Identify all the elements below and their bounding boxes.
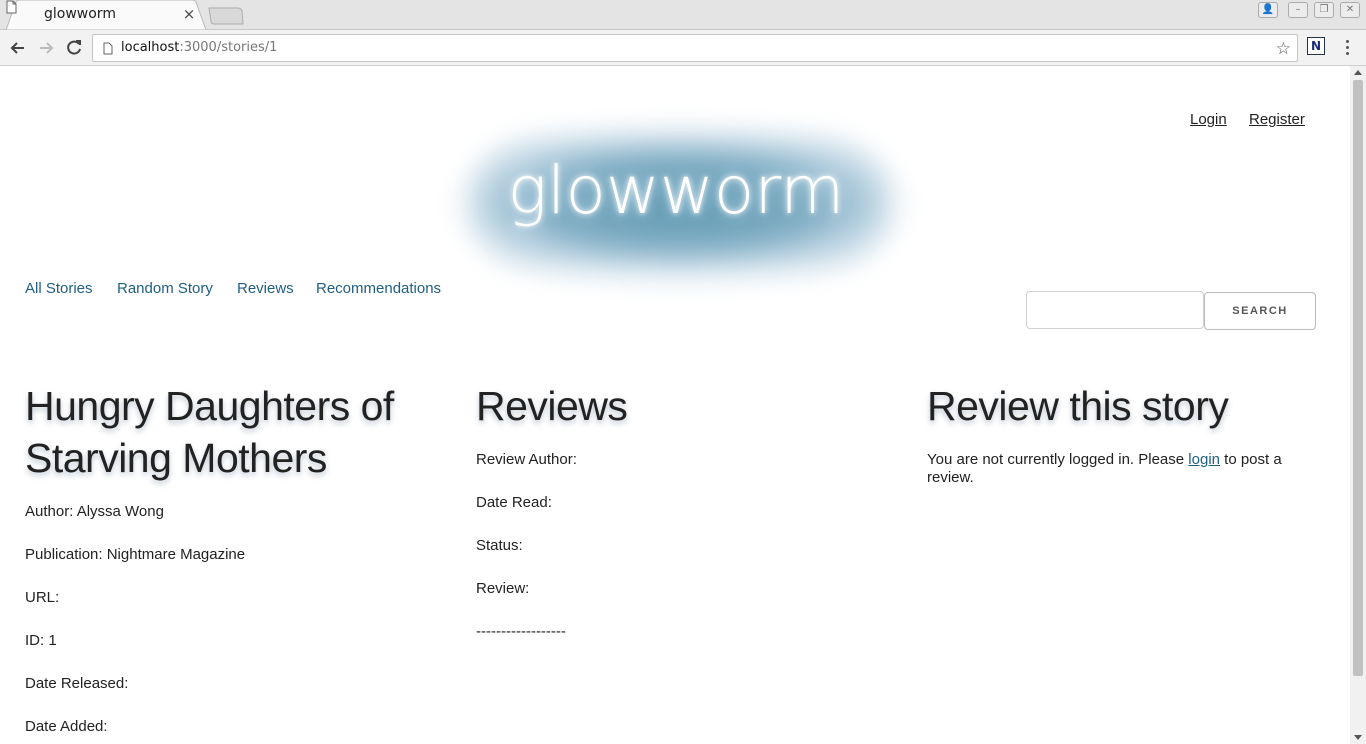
story-date-added: Date Added: — [25, 718, 108, 735]
bookmark-star-icon[interactable]: ☆ — [1276, 39, 1291, 59]
address-bar[interactable]: localhost:3000/stories/1 ☆ — [92, 34, 1298, 62]
story-details: Hungry Daughters of Starving Mothers Aut… — [25, 380, 445, 735]
page-icon — [6, 0, 17, 14]
page-viewport: Login Register glowworm All Stories Rand… — [0, 66, 1350, 744]
review-form-section: Review this story You are not currently … — [927, 380, 1317, 487]
login-prompt: You are not currently logged in. Please … — [927, 451, 1317, 487]
story-author: Author: Alyssa Wong — [25, 503, 164, 520]
nav-reviews[interactable]: Reviews — [237, 280, 294, 297]
profile-icon[interactable]: 👤 — [1258, 2, 1278, 18]
maximize-icon[interactable]: ❐ — [1314, 2, 1334, 18]
forward-icon[interactable] — [35, 37, 57, 59]
nav-recommendations[interactable]: Recommendations — [316, 280, 441, 297]
url-path: :3000/stories/1 — [179, 40, 278, 55]
browser-toolbar: localhost:3000/stories/1 ☆ N — [0, 30, 1366, 66]
review-text: Review: — [476, 580, 530, 597]
review-status: Status: — [476, 537, 523, 554]
nav-random-story[interactable]: Random Story — [117, 280, 213, 297]
story-date-released: Date Released: — [25, 675, 129, 692]
login-link[interactable]: Login — [1190, 111, 1227, 128]
browser-tabstrip: glowworm × 👤 – ❐ ✕ — [0, 0, 1366, 30]
review-author: Review Author: — [476, 451, 577, 468]
nav-all-stories[interactable]: All Stories — [25, 280, 93, 297]
page-scrollbar[interactable] — [1350, 66, 1366, 744]
browser-tab[interactable]: glowworm × — [6, 0, 206, 30]
new-tab-button[interactable] — [208, 6, 244, 26]
url-host: localhost — [121, 40, 180, 55]
scroll-thumb[interactable] — [1353, 80, 1363, 676]
close-icon[interactable]: × — [182, 5, 196, 23]
reviews-section: Reviews Review Author: Date Read: Status… — [476, 380, 896, 640]
login-prompt-prefix: You are not currently logged in. Please — [927, 451, 1189, 468]
search-input[interactable] — [1026, 291, 1204, 329]
window-close-icon[interactable]: ✕ — [1340, 2, 1360, 18]
site-logo[interactable]: glowworm — [476, 152, 876, 229]
reload-icon[interactable] — [63, 37, 85, 59]
story-publication: Publication: Nightmare Magazine — [25, 546, 246, 563]
story-url: URL: — [25, 589, 60, 606]
review-date-read: Date Read: — [476, 494, 552, 511]
scroll-down-arrow-icon[interactable] — [1354, 735, 1362, 740]
review-form-heading: Review this story — [927, 383, 1229, 429]
login-prompt-link[interactable]: login — [1188, 451, 1220, 468]
minimize-icon[interactable]: – — [1288, 2, 1308, 18]
story-title: Hungry Daughters of Starving Mothers — [25, 383, 394, 481]
reviews-heading: Reviews — [476, 383, 628, 429]
search-button[interactable]: SEARCH — [1204, 292, 1316, 330]
page-info-icon[interactable] — [103, 42, 113, 55]
url-text: localhost:3000/stories/1 — [121, 40, 277, 55]
scroll-up-arrow-icon[interactable] — [1354, 70, 1362, 75]
register-link[interactable]: Register — [1249, 111, 1305, 128]
story-id: ID: 1 — [25, 632, 57, 649]
review-separator: ------------------ — [476, 623, 566, 640]
tab-title: glowworm — [44, 6, 116, 22]
browser-menu-icon[interactable] — [1342, 38, 1352, 58]
back-icon[interactable] — [7, 37, 29, 59]
extension-icon[interactable]: N — [1307, 37, 1325, 55]
